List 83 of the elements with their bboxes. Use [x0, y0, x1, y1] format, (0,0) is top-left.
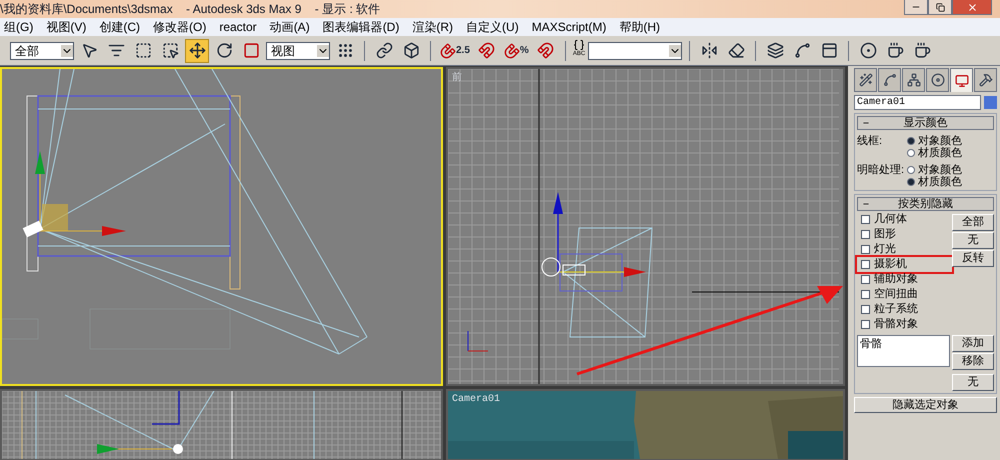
layers-icon: [766, 42, 784, 59]
pointer-icon: [80, 42, 98, 59]
category-checkbox[interactable]: 空间扭曲: [857, 287, 952, 302]
window-title: \我的资料库\Documents\3dsmax - Autodesk 3ds Max 9 - 显示 : 软件: [0, 1, 382, 18]
dashed-square-pointer-icon: [162, 42, 178, 59]
category-checkbox[interactable]: 灯光: [857, 242, 952, 257]
panel-tab[interactable]: [974, 68, 997, 92]
link-icon: [376, 42, 392, 59]
panel-tab[interactable]: [950, 68, 973, 92]
wand-icon: [858, 73, 872, 87]
rollout-title: 按类别隐藏: [897, 198, 954, 210]
panel-tab[interactable]: [902, 68, 925, 92]
menu-item[interactable]: 动画(A): [270, 21, 310, 33]
radio-option[interactable]: 材质颜色: [907, 176, 962, 188]
category-checkbox[interactable]: 几何体: [857, 212, 952, 227]
rotate-icon: [216, 42, 232, 59]
radio-option[interactable]: 对象颜色: [907, 164, 962, 176]
list-button[interactable]: 添加: [952, 335, 994, 352]
category-checkbox[interactable]: 摄影机: [857, 257, 952, 272]
rollout-header[interactable]: 按类别隐藏: [857, 197, 994, 211]
dropdown[interactable]: 视图: [266, 42, 330, 60]
panel-tab[interactable]: [878, 68, 901, 92]
hierarchy-icon: [906, 73, 920, 87]
menu-item[interactable]: MAXScript(M): [532, 21, 606, 33]
close-button[interactable]: [952, 0, 992, 15]
dropdown[interactable]: 全部: [10, 42, 74, 60]
restore-icon: [936, 2, 944, 12]
magnet-icon: [440, 42, 456, 58]
magnet-icon: [504, 42, 520, 58]
menu-item[interactable]: 渲染(R): [412, 21, 454, 33]
category-checkbox[interactable]: 粒子系统: [857, 302, 952, 317]
radio-option[interactable]: 对象颜色: [907, 135, 962, 147]
pivot-icon: [336, 42, 354, 59]
cube-icon: [402, 42, 420, 59]
rollout-header[interactable]: 显示颜色: [857, 116, 994, 130]
restore-button[interactable]: [928, 0, 952, 15]
panel-tab[interactable]: [854, 68, 877, 92]
color-swatch[interactable]: [984, 96, 997, 109]
move-button[interactable]: [185, 38, 209, 62]
list-button[interactable]: 移除: [952, 353, 994, 370]
magnet-icon: [537, 42, 554, 59]
braces-icon: [572, 38, 585, 50]
category-button[interactable]: 无: [952, 232, 994, 249]
close-icon: [966, 2, 978, 12]
menu-item[interactable]: 创建(C): [99, 21, 140, 33]
category-checkbox[interactable]: 骨骼对象: [857, 317, 952, 332]
viewport-label: Camera01: [452, 395, 500, 405]
menu-item[interactable]: reactor: [219, 21, 257, 33]
menu-item[interactable]: 修改器(O): [153, 21, 206, 33]
list-box[interactable]: 骨骼: [857, 335, 950, 367]
snap-button[interactable]: 2.5: [438, 38, 472, 62]
category-button[interactable]: 反转: [952, 250, 994, 267]
list-icon: [108, 42, 124, 59]
rollout-title: 显示颜色: [902, 118, 948, 128]
category-button[interactable]: 全部: [952, 214, 994, 231]
hide-selected-button[interactable]: 隐藏选定对象: [854, 397, 997, 413]
monitor-icon: [954, 74, 968, 88]
menu-item[interactable]: 视图(V): [46, 21, 86, 33]
mirror-icon: [700, 42, 718, 59]
magnet-icon: [478, 42, 496, 59]
square-icon: [242, 42, 260, 59]
viewport[interactable]: Camera01: [446, 389, 845, 460]
category-checkbox[interactable]: 图形: [857, 227, 952, 242]
curve-icon: [882, 73, 896, 87]
menu-item[interactable]: 图表编辑器(D): [322, 21, 400, 33]
viewport-label: 前: [452, 73, 462, 83]
object-name-field[interactable]: Camera01: [854, 95, 981, 110]
menu-item[interactable]: 帮助(H): [619, 21, 660, 33]
hammer-icon: [978, 73, 992, 87]
panel-tab[interactable]: [926, 68, 949, 92]
group-label: 明暗处理:: [857, 164, 906, 178]
menu-item[interactable]: 组(G): [4, 21, 34, 33]
none-button[interactable]: 无: [952, 374, 994, 391]
category-checkbox[interactable]: 辅助对象: [857, 272, 952, 287]
radio-option[interactable]: 材质颜色: [907, 147, 962, 159]
group-label: 线框:: [857, 135, 884, 149]
wheel-icon: [930, 73, 944, 87]
curve-icon: [794, 42, 811, 59]
named-selection-field[interactable]: [588, 42, 682, 60]
dashed-square-icon: [134, 42, 152, 59]
menu-item[interactable]: 自定义(U): [466, 21, 519, 33]
snap-button[interactable]: %: [502, 38, 531, 62]
move-icon: [188, 42, 206, 59]
